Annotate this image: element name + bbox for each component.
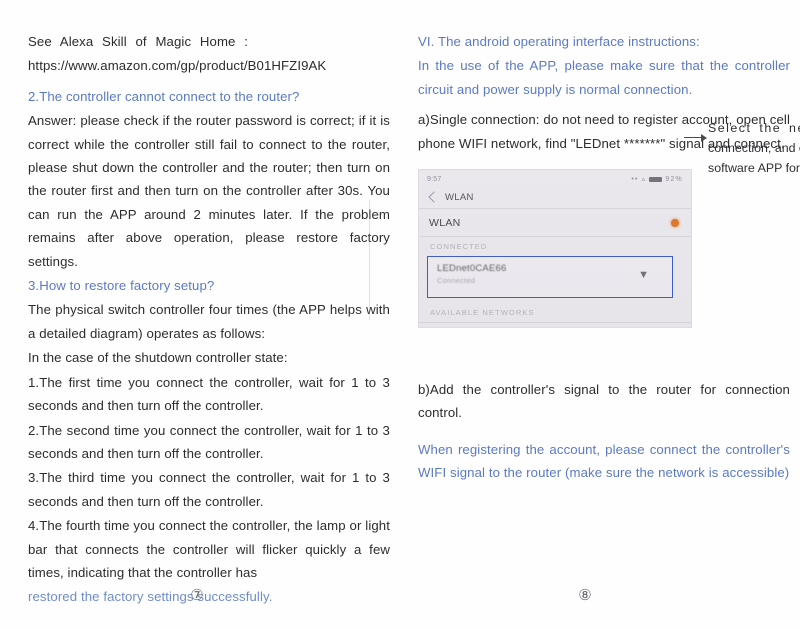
wifi-icon: ▼ bbox=[638, 269, 649, 282]
alexa-skill-url[interactable]: https://www.amazon.com/gp/product/B01HFZ… bbox=[28, 54, 390, 77]
page-number-left: ⑦ bbox=[190, 587, 204, 604]
status-icon-group: •• ▵ 92% bbox=[631, 175, 683, 184]
callout-line-2: connection, and open the bbox=[708, 141, 800, 155]
screenshot-nav-bar: WLAN bbox=[428, 188, 681, 206]
wlan-toggle-row[interactable]: WLAN bbox=[429, 212, 679, 234]
divider bbox=[419, 208, 691, 210]
back-arrow-icon[interactable] bbox=[428, 191, 440, 203]
available-networks-label: AVAILABLE NETWORKS bbox=[430, 308, 535, 318]
divider bbox=[419, 322, 691, 324]
faq-3-heading: 3.How to restore factory setup? bbox=[28, 278, 215, 294]
connected-section-label: CONNECTED bbox=[430, 242, 488, 252]
left-column: See Alexa Skill of Magic Home : https://… bbox=[28, 0, 390, 628]
phone-wlan-screenshot: 9:57 •• ▵ 92% WLAN WLAN CONNECTED LEDnet… bbox=[418, 169, 692, 329]
reset-step-3: 3.The third time you connect the control… bbox=[28, 470, 390, 509]
network-text-group: LEDnet0CAE66 Connected bbox=[437, 263, 506, 285]
wifi-status-icon: ▵ bbox=[641, 176, 647, 184]
status-time: 9:57 bbox=[427, 175, 442, 183]
divider bbox=[419, 236, 691, 238]
faq-3-intro: The physical switch controller four time… bbox=[28, 302, 390, 341]
reset-step-4: 4.The fourth time you connect the contro… bbox=[28, 518, 390, 580]
signal-icon: •• bbox=[631, 175, 639, 183]
connected-network-highlight-box[interactable]: LEDnet0CAE66 Connected ▼ bbox=[427, 256, 673, 299]
section-6-intro: In the use of the APP, please make sure … bbox=[418, 58, 790, 97]
callout-line-1: Select the network bbox=[708, 121, 800, 135]
wlan-toggle-label: WLAN bbox=[429, 217, 461, 230]
scan-edge-artifact bbox=[369, 200, 370, 320]
faq-2-heading: 2.The controller cannot connect to the r… bbox=[28, 88, 300, 104]
registration-note: When registering the account, please con… bbox=[418, 441, 790, 481]
callout-arrow-head-icon bbox=[701, 133, 707, 142]
battery-icon bbox=[649, 176, 663, 182]
wlan-toggle-switch[interactable] bbox=[671, 219, 679, 228]
callout-line-3: software APP for use bbox=[708, 161, 800, 175]
alexa-skill-heading: See Alexa Skill of Magic Home : bbox=[28, 34, 249, 49]
faq-2-answer: Answer: please check if the router passw… bbox=[28, 113, 390, 269]
reset-step-2: 2.The second time you connect the contro… bbox=[28, 422, 390, 461]
manual-page: See Alexa Skill of Magic Home : https://… bbox=[0, 0, 800, 628]
section-6-heading: VI. The android operating interface inst… bbox=[418, 34, 700, 49]
network-status: Connected bbox=[437, 276, 476, 286]
nav-title-wlan: WLAN bbox=[445, 191, 474, 203]
right-column: VI. The android operating interface inst… bbox=[418, 0, 800, 628]
connected-network-row[interactable]: LEDnet0CAE66 Connected ▼ bbox=[428, 257, 672, 297]
item-b-add-signal: b)Add the controller's signal to the rou… bbox=[418, 382, 790, 421]
battery-percent: 92% bbox=[665, 175, 683, 183]
page-number-right: ⑧ bbox=[578, 587, 592, 604]
faq-3-shutdown-state: In the case of the shutdown controller s… bbox=[28, 350, 288, 366]
network-ssid: LEDnet0CAE66 bbox=[437, 263, 507, 275]
reset-step-1: 1.The first time you connect the control… bbox=[28, 374, 390, 414]
phone-status-bar: 9:57 •• ▵ 92% bbox=[427, 173, 683, 185]
callout-annotation-text: Select the network connection, and open … bbox=[708, 118, 800, 178]
